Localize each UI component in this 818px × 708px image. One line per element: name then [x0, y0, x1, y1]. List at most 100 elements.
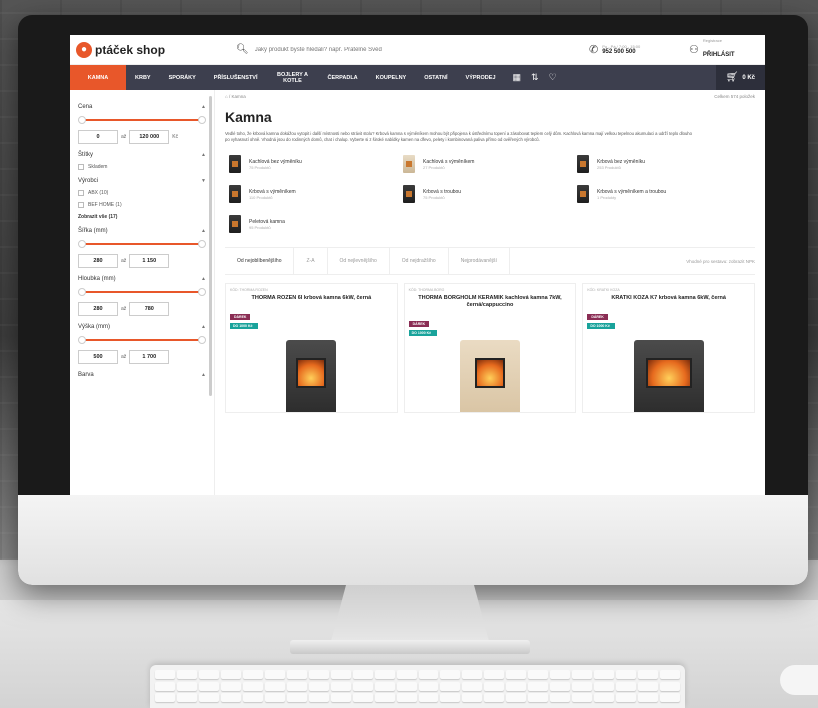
filter-height-header[interactable]: Výška (mm) ▲: [78, 324, 206, 330]
sort-tab-za[interactable]: Z-A: [294, 248, 328, 274]
keyboard-key: [308, 693, 329, 703]
depth-min-input[interactable]: 280: [78, 302, 118, 316]
checkbox[interactable]: [78, 164, 84, 170]
keyboard-key: [506, 670, 527, 679]
subcategory-item[interactable]: Peletová kamna 95 Produktů: [229, 215, 403, 233]
filter-depth-header[interactable]: Hloubka (mm) ▲: [78, 276, 206, 282]
site-logo[interactable]: ● ptáček shop: [76, 41, 226, 58]
keyboard-key: [176, 693, 197, 703]
product-name[interactable]: KRATKI KOZA K7 krbová kamna 6kW, černá: [593, 295, 744, 302]
subcategory-item[interactable]: Krbová bez výměníku 253 Produktů: [577, 155, 751, 173]
price-min-input[interactable]: 0: [78, 130, 118, 144]
nav-item-cerpadla[interactable]: ČERPADLA: [319, 65, 367, 90]
height-slider[interactable]: [78, 336, 206, 344]
chevron-up-icon: ▲: [201, 324, 206, 330]
register-link[interactable]: Registrace: [703, 38, 735, 43]
keyboard-key: [374, 693, 395, 703]
sort-extra-link[interactable]: Vhodné pro sestavu: zobrazit NPK: [686, 259, 755, 264]
subcategory-item[interactable]: Kachlová bez výměníku 75 Produktů: [229, 155, 403, 173]
compare-icon[interactable]: ▦: [513, 72, 522, 83]
manufacturer-label: ABX (10): [88, 190, 109, 196]
width-slider[interactable]: [78, 240, 206, 248]
price-max-input[interactable]: 120 000: [129, 130, 170, 144]
nav-item-koupelny[interactable]: KOUPELNY: [367, 65, 416, 90]
product-image[interactable]: [459, 340, 520, 412]
slider-max-handle[interactable]: [198, 240, 206, 248]
show-all-manufacturers-link[interactable]: Zobrazit vše (17): [78, 214, 206, 220]
subcategory-name: Krbová s výměníkem: [249, 188, 296, 195]
nav-item-kamna[interactable]: KAMNA: [70, 65, 126, 90]
home-icon[interactable]: ⌂: [225, 94, 228, 99]
sort-tab-cheapest[interactable]: Od nejlevnějšího: [328, 248, 390, 274]
sort-tab-expensive[interactable]: Od nejdražšího: [390, 248, 449, 274]
slider-min-handle[interactable]: [78, 116, 86, 124]
contact-phone[interactable]: ✆ Po - Pá / 7:00 - 15:00 952 500 500: [589, 43, 679, 56]
search-icon[interactable]: 🔍︎: [236, 44, 249, 55]
depth-max-input[interactable]: 780: [129, 302, 170, 316]
depth-slider[interactable]: [78, 288, 206, 296]
slider-max-handle[interactable]: [198, 116, 206, 124]
breadcrumb-current[interactable]: / Kamna: [229, 94, 246, 99]
manufacturer-checkbox-bef[interactable]: BEF HOME (1): [78, 202, 206, 208]
sort-tab-popular[interactable]: Od nejoblíbenějšího: [225, 248, 295, 274]
subcategory-item[interactable]: Krbová s výměníkem 110 Produktů: [229, 185, 403, 203]
product-card[interactable]: KÓD: KRATKI KOZA KRATKI KOZA K7 krbová k…: [582, 283, 755, 413]
filter-color-header[interactable]: Barva ▲: [78, 372, 206, 378]
checkbox[interactable]: [78, 202, 84, 208]
subcategory-item[interactable]: Krbová s troubou 75 Produktů: [403, 185, 577, 203]
sidebar-scrollbar[interactable]: [209, 96, 212, 396]
keyboard-key: [462, 670, 483, 679]
slider-min-handle[interactable]: [78, 288, 86, 296]
price-slider[interactable]: [78, 116, 206, 124]
sort-tab-bestselling[interactable]: Nejprodávanější: [449, 248, 510, 274]
stove-thumbnail: [577, 155, 589, 173]
filter-manufacturer-header[interactable]: Výrobci ▼: [78, 178, 206, 184]
width-range: 280 až 1 150: [78, 254, 206, 268]
gift-badge: DÁREK: [408, 321, 430, 327]
manufacturer-checkbox-abx[interactable]: ABX (10): [78, 190, 206, 196]
filter-width-header[interactable]: Šířka (mm) ▲: [78, 228, 206, 234]
product-card[interactable]: KÓD: THORMA ROZEN THORMA ROZEN 6I krbová…: [225, 283, 398, 413]
nav-item-ostatni[interactable]: OSTATNÍ: [415, 65, 456, 90]
product-image[interactable]: [633, 340, 704, 412]
search-input[interactable]: [254, 46, 455, 53]
manufacturer-label: BEF HOME (1): [88, 202, 122, 208]
width-max-input[interactable]: 1 150: [129, 254, 170, 268]
nav-item-bojlery[interactable]: BOJLERY A KOTLE: [267, 65, 319, 90]
subcategory-item[interactable]: Kachlová s výměníkem 27 Produktů: [403, 155, 577, 173]
nav-item-vyprodej[interactable]: VÝPRODEJ: [457, 65, 505, 90]
checkbox[interactable]: [78, 190, 84, 196]
stove-thumbnail: [229, 185, 241, 203]
nav-item-sporaky[interactable]: SPORÁKY: [160, 65, 205, 90]
filter-tags-header[interactable]: Štítky ▲: [78, 152, 206, 158]
subcategory-item[interactable]: Krbová s výměníkem a troubou 1 Produkty: [577, 185, 751, 203]
keyboard-key: [286, 681, 307, 691]
filter-manufacturer-label: Výrobci: [78, 178, 99, 184]
width-min-input[interactable]: 280: [78, 254, 118, 268]
login-button[interactable]: ⚇ Registrace PŘIHLÁSIT: [689, 38, 759, 61]
sort-icon[interactable]: ⇅: [531, 72, 539, 83]
keyboard-key: [330, 681, 351, 691]
product-card[interactable]: KÓD: THORMA BORG THORMA BORGHOLM KERAMIK…: [403, 283, 577, 413]
slider-max-handle[interactable]: [198, 288, 206, 296]
slider-min-handle[interactable]: [78, 240, 86, 248]
height-min-input[interactable]: 500: [78, 350, 118, 364]
filter-price-header[interactable]: Cena ▲: [78, 104, 206, 110]
height-max-input[interactable]: 1 700: [129, 350, 170, 364]
keyboard-key: [550, 670, 571, 679]
stock-checkbox[interactable]: Skladem: [78, 164, 206, 170]
nav-item-prislusenstvi[interactable]: PŘÍSLUŠENSTVÍ: [205, 65, 267, 90]
slider-max-handle[interactable]: [198, 336, 206, 344]
nav-item-krby[interactable]: KRBY: [126, 65, 160, 90]
product-name[interactable]: THORMA BORGHOLM KERAMIK kachlová kamna 7…: [415, 295, 566, 309]
product-image[interactable]: [286, 340, 337, 412]
keyboard-key: [155, 693, 175, 703]
cart-button[interactable]: 🛒︎ 0 Kč: [715, 65, 765, 90]
mouse: [780, 665, 818, 695]
main-content: ⌂ / Kamna Celkem 574 položek Kamna Vedlé…: [215, 90, 765, 495]
keyboard-key: [506, 693, 527, 703]
stove-thumbnail: [577, 185, 589, 203]
heart-icon[interactable]: ♡: [549, 72, 557, 83]
slider-min-handle[interactable]: [78, 336, 86, 344]
product-name[interactable]: THORMA ROZEN 6I krbová kamna 6kW, černá: [236, 295, 387, 302]
